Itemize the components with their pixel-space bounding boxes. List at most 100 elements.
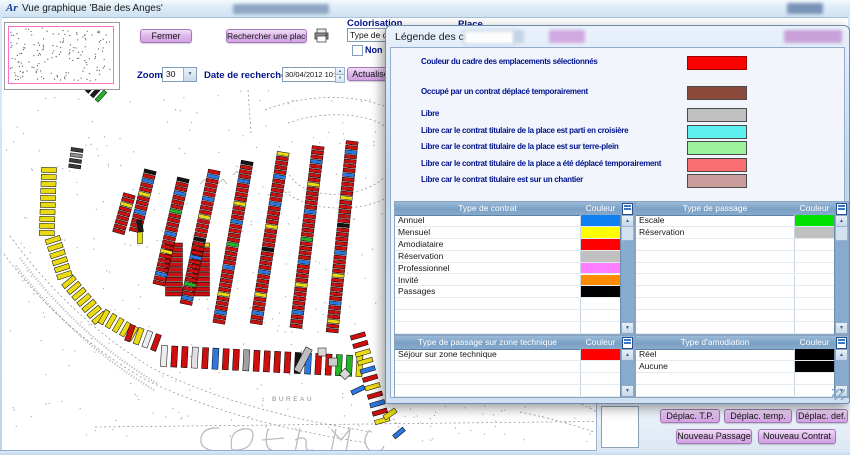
boat[interactable] xyxy=(334,255,346,260)
row-color-swatch[interactable] xyxy=(794,227,835,238)
row-color-swatch[interactable] xyxy=(580,373,621,384)
table-config-icon[interactable] xyxy=(622,337,633,349)
boat[interactable] xyxy=(338,214,350,219)
window-titlebar[interactable]: Ar Vue graphique 'Baie des Anges' xyxy=(0,0,850,18)
boat[interactable] xyxy=(302,223,314,228)
boat[interactable] xyxy=(342,173,354,178)
redacted-dropdown-button[interactable] xyxy=(514,30,524,43)
boat[interactable] xyxy=(166,292,183,296)
boat[interactable] xyxy=(69,158,81,163)
boat[interactable] xyxy=(393,427,406,439)
boat[interactable] xyxy=(362,374,378,382)
table-row[interactable] xyxy=(636,310,835,322)
boat[interactable] xyxy=(351,385,366,395)
boat-row[interactable] xyxy=(39,167,56,235)
table-row[interactable]: Professionnel xyxy=(395,263,621,275)
boat[interactable] xyxy=(311,155,323,160)
boat[interactable] xyxy=(345,150,357,155)
boat[interactable] xyxy=(298,260,310,265)
scroll-up-icon[interactable]: ▲ xyxy=(835,349,848,361)
row-color-swatch[interactable] xyxy=(794,215,835,226)
boat[interactable] xyxy=(344,154,356,159)
boat-row[interactable] xyxy=(45,235,72,280)
boat[interactable] xyxy=(70,153,82,158)
boat[interactable] xyxy=(301,237,313,242)
row-color-swatch[interactable] xyxy=(580,286,621,297)
redacted-button-2[interactable] xyxy=(784,30,842,43)
row-color-swatch[interactable] xyxy=(794,310,835,321)
boat[interactable] xyxy=(346,141,358,146)
row-color-swatch[interactable] xyxy=(580,385,621,396)
boat-row[interactable] xyxy=(69,147,84,168)
boat[interactable] xyxy=(309,168,321,173)
row-color-swatch[interactable] xyxy=(580,361,621,372)
table-row[interactable] xyxy=(395,361,621,373)
boat[interactable] xyxy=(40,195,55,201)
date-recherche-input[interactable]: 30/04/2012 10:59 xyxy=(282,67,338,82)
boat[interactable] xyxy=(41,174,56,180)
table-row[interactable]: Réel xyxy=(636,349,835,361)
boat[interactable] xyxy=(311,150,323,155)
boat[interactable] xyxy=(304,209,316,214)
boat[interactable] xyxy=(326,328,338,333)
boat[interactable] xyxy=(315,353,322,374)
date-spinner[interactable]: ▲ ▼ xyxy=(335,67,345,82)
table-row[interactable] xyxy=(636,385,835,397)
overview-minimap[interactable] xyxy=(4,22,120,90)
boat[interactable] xyxy=(305,200,317,205)
boat[interactable] xyxy=(340,195,352,200)
boat[interactable] xyxy=(253,350,260,371)
scroll-down-icon[interactable]: ▼ xyxy=(621,322,634,334)
row-color-swatch[interactable] xyxy=(794,373,835,384)
row-color-swatch[interactable] xyxy=(580,263,621,274)
boat[interactable] xyxy=(69,164,81,169)
boat[interactable] xyxy=(222,349,229,370)
table-row[interactable]: Invité xyxy=(395,275,621,287)
deplac-def-button[interactable]: Déplac. def. xyxy=(796,409,848,423)
boat[interactable] xyxy=(243,350,250,371)
boat[interactable] xyxy=(300,241,312,246)
boat[interactable] xyxy=(306,191,318,196)
boat[interactable] xyxy=(329,305,341,310)
boat[interactable] xyxy=(181,346,188,367)
table-row[interactable] xyxy=(636,298,835,310)
boat[interactable] xyxy=(39,230,54,236)
boat[interactable] xyxy=(310,164,322,169)
row-color-swatch[interactable] xyxy=(580,298,621,309)
redacted-button-1[interactable] xyxy=(549,30,585,43)
boat[interactable] xyxy=(166,272,183,276)
table-row[interactable]: Réservation xyxy=(636,227,835,239)
zoom-select-arrow-icon[interactable]: ▼ xyxy=(183,68,196,81)
boat[interactable] xyxy=(150,334,161,352)
nouveau-passage-button[interactable]: Nouveau Passage xyxy=(676,429,752,444)
boat[interactable] xyxy=(263,351,270,372)
row-color-swatch[interactable] xyxy=(580,322,621,333)
boat[interactable] xyxy=(337,228,349,233)
row-color-swatch[interactable] xyxy=(794,251,835,262)
table-config-icon[interactable] xyxy=(836,337,847,349)
table-config-icon[interactable] xyxy=(622,203,633,215)
boat[interactable] xyxy=(301,232,313,237)
boat[interactable] xyxy=(333,264,345,269)
boat[interactable] xyxy=(307,182,319,187)
rechercher-place-button[interactable]: Rechercher une place xyxy=(226,29,307,43)
boat[interactable] xyxy=(297,269,309,274)
boat[interactable] xyxy=(40,209,55,215)
row-color-swatch[interactable] xyxy=(580,310,621,321)
row-color-swatch[interactable] xyxy=(794,349,835,360)
boat[interactable] xyxy=(328,310,340,315)
row-color-swatch[interactable] xyxy=(794,239,835,250)
scroll-thumb[interactable] xyxy=(621,226,634,241)
boat[interactable] xyxy=(330,292,342,297)
table-row[interactable] xyxy=(636,322,835,334)
boat-row[interactable] xyxy=(250,151,289,325)
boat[interactable] xyxy=(40,202,55,208)
row-color-swatch[interactable] xyxy=(580,275,621,286)
table-row[interactable] xyxy=(636,275,835,287)
boat[interactable] xyxy=(41,181,56,187)
boat[interactable] xyxy=(327,319,339,324)
table-row[interactable]: Réservation xyxy=(395,251,621,263)
row-color-swatch[interactable] xyxy=(794,286,835,297)
table-row[interactable] xyxy=(636,286,835,298)
boat[interactable] xyxy=(284,352,291,373)
